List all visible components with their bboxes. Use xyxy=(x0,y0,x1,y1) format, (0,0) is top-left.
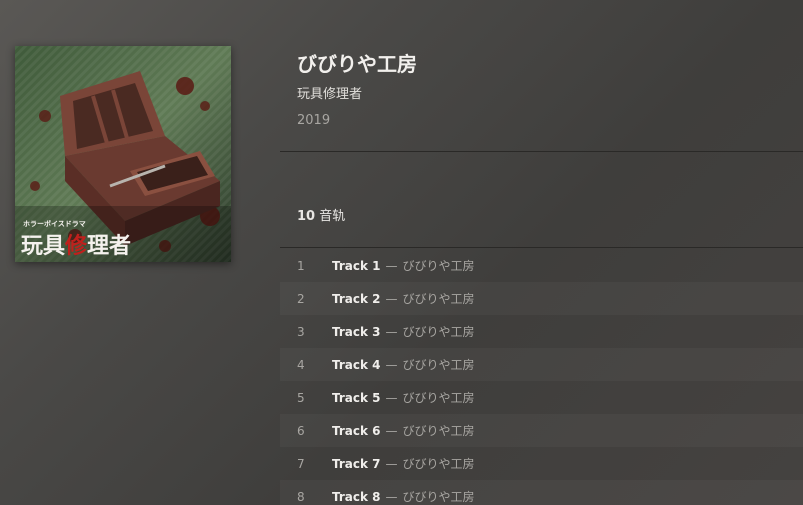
divider xyxy=(280,247,803,248)
track-row[interactable]: 1 Track 1 — びびりや工房 xyxy=(280,249,803,282)
track-number: 6 xyxy=(297,423,305,438)
album-artist-link[interactable]: 玩具修理者 xyxy=(297,86,417,104)
track-separator: — xyxy=(385,390,398,405)
track-row[interactable]: 3 Track 3 — びびりや工房 xyxy=(280,315,803,348)
track-separator: — xyxy=(385,489,398,504)
track-separator: — xyxy=(385,423,398,438)
track-title: Track 5 xyxy=(332,390,381,405)
track-separator: — xyxy=(385,456,398,471)
track-artist: びびりや工房 xyxy=(402,424,475,438)
track-separator: — xyxy=(385,357,398,372)
track-artist: びびりや工房 xyxy=(402,259,475,273)
track-separator: — xyxy=(385,258,398,273)
track-row[interactable]: 2 Track 2 — びびりや工房 xyxy=(280,282,803,315)
track-number: 2 xyxy=(297,291,305,306)
track-artist: びびりや工房 xyxy=(402,292,475,306)
track-list: 1 Track 1 — びびりや工房 2 Track 2 — びびりや工房 3 … xyxy=(280,249,803,505)
track-number: 5 xyxy=(297,390,305,405)
track-title: Track 6 xyxy=(332,423,381,438)
track-title: Track 1 xyxy=(332,258,381,273)
album-year: 2019 xyxy=(297,113,331,128)
divider xyxy=(280,151,803,152)
track-row[interactable]: 8 Track 8 — びびりや工房 xyxy=(280,480,803,505)
track-title: Track 4 xyxy=(332,357,381,372)
track-count-label: 音轨 xyxy=(319,209,346,224)
track-title: Track 3 xyxy=(332,324,381,339)
track-count: 10 音轨 xyxy=(297,205,345,224)
track-row[interactable]: 7 Track 7 — びびりや工房 xyxy=(280,447,803,480)
cover-caption-large: 玩具修理者 xyxy=(21,228,131,260)
track-artist: びびりや工房 xyxy=(402,490,475,504)
track-separator: — xyxy=(385,291,398,306)
track-title: Track 8 xyxy=(332,489,381,504)
track-row[interactable]: 4 Track 4 — びびりや工房 xyxy=(280,348,803,381)
track-artist: びびりや工房 xyxy=(402,391,475,405)
track-artist: びびりや工房 xyxy=(402,457,475,471)
track-artist: びびりや工房 xyxy=(402,325,475,339)
track-number: 4 xyxy=(297,357,305,372)
cover-caption-large-part3: 理者 xyxy=(87,233,132,259)
album-info: びびりや工房 玩具修理者 2019 xyxy=(297,50,417,130)
track-number: 1 xyxy=(297,258,305,273)
track-artist: びびりや工房 xyxy=(402,358,475,372)
album-title: びびりや工房 xyxy=(297,52,417,76)
track-title: Track 2 xyxy=(332,291,381,306)
track-number: 8 xyxy=(297,489,305,504)
album-cover[interactable]: ホラーボイスドラマ 玩具修理者 xyxy=(15,46,231,262)
track-number: 7 xyxy=(297,456,305,471)
track-number: 3 xyxy=(297,324,305,339)
track-row[interactable]: 5 Track 5 — びびりや工房 xyxy=(280,381,803,414)
track-title: Track 7 xyxy=(332,456,381,471)
cover-caption-large-part2: 修 xyxy=(65,233,88,259)
track-separator: — xyxy=(385,324,398,339)
track-row[interactable]: 6 Track 6 — びびりや工房 xyxy=(280,414,803,447)
cover-caption-large-part1: 玩具 xyxy=(21,233,66,259)
track-count-number: 10 xyxy=(297,209,316,224)
